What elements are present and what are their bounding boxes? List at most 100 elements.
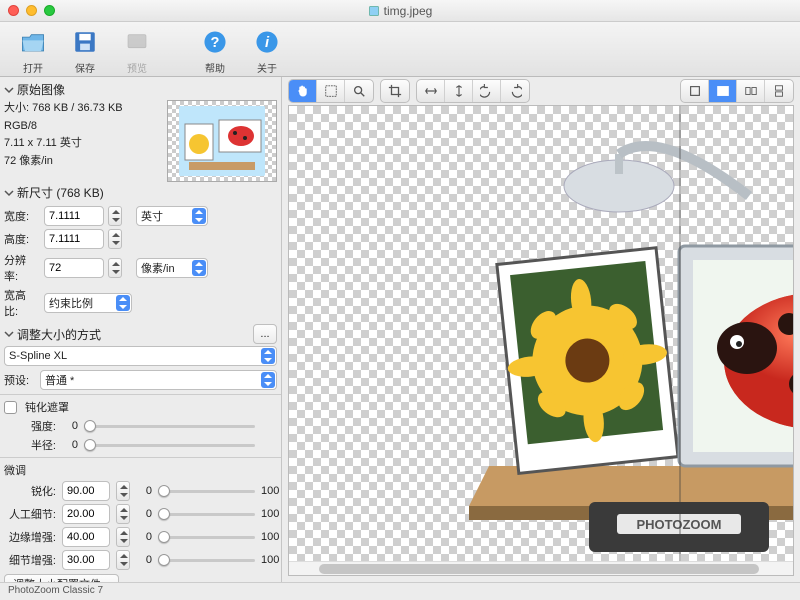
disclosure-triangle-icon[interactable] [4,329,14,339]
preview-viewport[interactable]: PHOTOZOOM [288,105,794,576]
edge-label: 边缘增强: [4,529,56,545]
thumbnail-artwork-icon [179,106,265,176]
marquee-tool-button[interactable] [317,80,345,102]
disclosure-triangle-icon[interactable] [4,85,14,95]
help-label: 帮助 [205,60,225,75]
flip-h-icon [424,84,438,98]
open-button[interactable]: 打开 [10,26,56,75]
detail-left-val: 0 [136,508,152,520]
view-split-button[interactable] [709,80,737,102]
flip-v-icon [452,84,466,98]
select-arrows-icon [192,260,206,276]
about-label: 关于 [257,60,277,75]
fine-stepper[interactable] [116,550,130,570]
view-stacked-button[interactable] [765,80,793,102]
canvas-area: PHOTOZOOM [282,77,800,582]
view-single-button[interactable] [681,80,709,102]
new-size-header-label: 新尺寸 (768 KB) [17,184,104,201]
folder-open-icon [20,29,46,55]
resize-more-button[interactable]: ... [253,324,277,344]
height-input[interactable] [44,229,104,249]
resize-profile-button[interactable]: 调整大小配置文件... [4,574,119,582]
save-button[interactable]: 保存 [62,26,108,75]
cursor-tool-group [288,79,374,103]
rotate-right-button[interactable] [501,80,529,102]
height-stepper[interactable] [108,229,122,249]
view-sidebyside-button[interactable] [737,80,765,102]
app-name: PhotoZoom Classic 7 [8,585,103,596]
new-size-header[interactable]: 新尺寸 (768 KB) [4,182,277,203]
scrollbar-thumb[interactable] [319,564,759,574]
fine-slider[interactable] [158,552,255,568]
sidebyside-icon [744,84,758,98]
fine-input[interactable] [62,550,110,570]
unit-select[interactable]: 英寸 [136,206,208,226]
width-input[interactable] [44,206,104,226]
original-header-label: 原始图像 [17,81,65,98]
detail-input[interactable] [62,504,110,524]
original-thumbnail[interactable] [167,100,277,182]
orig-resolution: 72 像素/in [4,153,161,171]
resolution-stepper[interactable] [108,258,122,278]
preset-select[interactable]: 普通 * [40,370,277,390]
detail-slider[interactable] [158,506,255,522]
resolution-unit-select[interactable]: 像素/in [136,258,208,278]
select-arrows-icon [192,208,206,224]
sidebar: 原始图像 大小: 768 KB / 36.73 KB RGB/8 7.11 x … [0,77,282,582]
horizontal-scrollbar[interactable] [289,561,793,575]
flip-horizontal-button[interactable] [417,80,445,102]
split-view-icon [716,84,730,98]
width-stepper[interactable] [108,206,122,226]
hand-tool-button[interactable] [289,80,317,102]
edge-left-val: 0 [136,531,152,543]
zoom-tool-button[interactable] [345,80,373,102]
crop-tool-group [380,79,410,103]
radius-slider[interactable] [84,437,255,453]
about-button[interactable]: i 关于 [244,26,290,75]
open-label: 打开 [23,60,43,75]
marquee-icon [324,84,338,98]
help-button[interactable]: ? 帮助 [192,26,238,75]
split-divider[interactable] [679,106,681,561]
unsharp-mask-checkbox[interactable] [4,401,17,414]
save-label: 保存 [75,60,95,75]
titlebar: timg.jpeg [0,0,800,22]
radius-label: 半径: [4,437,56,453]
aspect-label: 宽高比: [4,287,40,319]
sharpen-slider[interactable] [158,483,255,499]
edge-input[interactable] [62,527,110,547]
select-arrows-icon [116,295,130,311]
crop-tool-button[interactable] [381,80,409,102]
flip-vertical-button[interactable] [445,80,473,102]
resolution-input[interactable] [44,258,104,278]
aspect-select[interactable]: 约束比例 [44,293,132,313]
fine-label: 细节增强: [4,552,56,568]
strength-slider[interactable] [84,418,255,434]
disclosure-triangle-icon[interactable] [4,188,14,198]
edge-right-val: 100 [261,531,277,543]
rotate-left-icon [480,84,494,98]
orig-dimensions: 7.11 x 7.11 英寸 [4,135,161,153]
sharpen-stepper[interactable] [116,481,130,501]
edge-slider[interactable] [158,529,255,545]
statusbar: PhotoZoom Classic 7 [0,582,800,600]
original-image-header[interactable]: 原始图像 [4,79,277,100]
aspect-value: 约束比例 [49,295,93,311]
resize-header-label: 调整大小的方式 [17,326,101,343]
canvas-toolbar [282,77,800,105]
sharpen-input[interactable] [62,481,110,501]
original-info: 大小: 768 KB / 36.73 KB RGB/8 7.11 x 7.11 … [4,100,161,182]
resize-method-header[interactable]: 调整大小的方式 ... [4,322,277,346]
detail-label: 人工细节: [4,506,56,522]
width-label: 宽度: [4,208,40,224]
resolution-label: 分辨率: [4,252,40,284]
sharpen-left-val: 0 [136,485,152,497]
detail-stepper[interactable] [116,504,130,524]
height-label: 高度: [4,231,40,247]
detail-right-val: 100 [261,508,277,520]
edge-stepper[interactable] [116,527,130,547]
rotate-left-button[interactable] [473,80,501,102]
stacked-icon [772,84,786,98]
view-mode-group [680,79,794,103]
resize-method-select[interactable]: S-Spline XL [4,346,277,366]
